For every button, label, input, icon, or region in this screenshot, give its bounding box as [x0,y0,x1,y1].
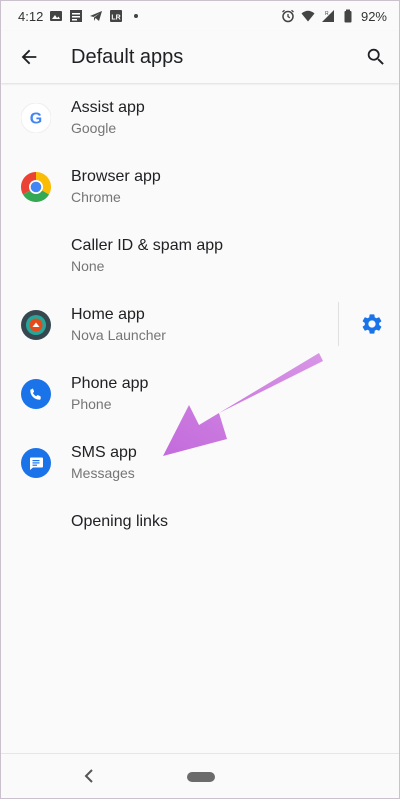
svg-text:G: G [30,110,42,127]
status-bar: 4:12 LR R 92% [1,1,399,31]
list-item-phone-app[interactable]: Phone app Phone [1,359,399,428]
nav-back-button[interactable] [79,764,99,788]
telegram-icon [90,11,103,21]
item-title: Phone app [71,375,149,392]
chrome-icon [21,171,51,202]
signal-roaming-icon: R [321,10,334,22]
item-subtitle: None [71,258,105,274]
gallery-icon [50,11,63,21]
item-texts: Browser app Chrome [71,167,161,206]
list-item-sms-app[interactable]: SMS app Messages [1,428,399,497]
item-texts: Home app Nova Launcher [71,305,166,344]
icon-slot: G [1,102,71,133]
item-subtitle: Chrome [71,189,121,205]
item-title: SMS app [71,444,137,461]
list-item-opening-links[interactable]: Opening links [1,497,399,547]
search-icon [367,48,384,65]
svg-text:LR: LR [112,15,121,22]
list-item-caller-id-spam-app[interactable]: Caller ID & spam app None [1,221,399,290]
system-nav-bar [1,753,399,798]
item-title: Assist app [71,99,145,116]
phone-icon [21,378,51,409]
default-apps-list: G Assist app Google Browser app Chrome C… [1,83,399,547]
item-title: Browser app [71,168,161,185]
item-title: Opening links [71,513,168,530]
alarm-icon [282,9,294,23]
screen: 4:12 LR R 92% Default apps G Assist app … [0,0,400,799]
list-item-assist-app[interactable]: G Assist app Google [1,83,399,152]
item-texts: Assist app Google [71,98,145,137]
nav-home-pill[interactable] [187,772,215,782]
item-texts: Phone app Phone [71,374,148,413]
vertical-divider [338,302,339,346]
arrow-back-icon [21,49,37,65]
status-right: R 92% [281,9,387,24]
item-texts: Caller ID & spam app None [71,236,223,275]
chevron-left-icon [84,769,93,783]
item-subtitle: Phone [71,396,112,412]
battery-icon [344,9,352,23]
gear-icon [362,314,382,334]
icon-slot [1,171,71,202]
status-left: 4:12 LR [18,9,143,24]
app-bar: Default apps [1,31,399,83]
list-item-browser-app[interactable]: Browser app Chrome [1,152,399,221]
icon-slot [1,378,71,409]
google-icon: G [21,102,51,133]
nova-launcher-icon [21,309,51,340]
icon-slot [1,447,71,478]
back-button[interactable] [1,31,57,83]
list-item-home-app[interactable]: Home app Nova Launcher [1,290,399,359]
status-time: 4:12 [18,8,44,24]
item-subtitle: Messages [71,465,135,481]
home-app-settings-button[interactable] [349,301,395,347]
item-subtitle: Nova Launcher [71,327,166,343]
icon-slot [1,309,71,340]
messages-icon [21,447,51,478]
item-title: Home app [71,306,145,323]
search-button[interactable] [353,31,399,83]
item-subtitle: Google [71,120,117,136]
page-title: Default apps [71,45,184,68]
item-texts: Opening links [71,512,168,532]
lightroom-icon: LR [110,10,123,22]
more-notifications-dot-icon [134,14,139,18]
battery-percentage: 92% [360,8,387,24]
item-texts: SMS app Messages [71,443,137,482]
item-title: Caller ID & spam app [71,237,224,254]
svg-text:R: R [325,11,329,17]
wifi-icon [301,10,315,22]
notification-list-icon [70,10,83,22]
